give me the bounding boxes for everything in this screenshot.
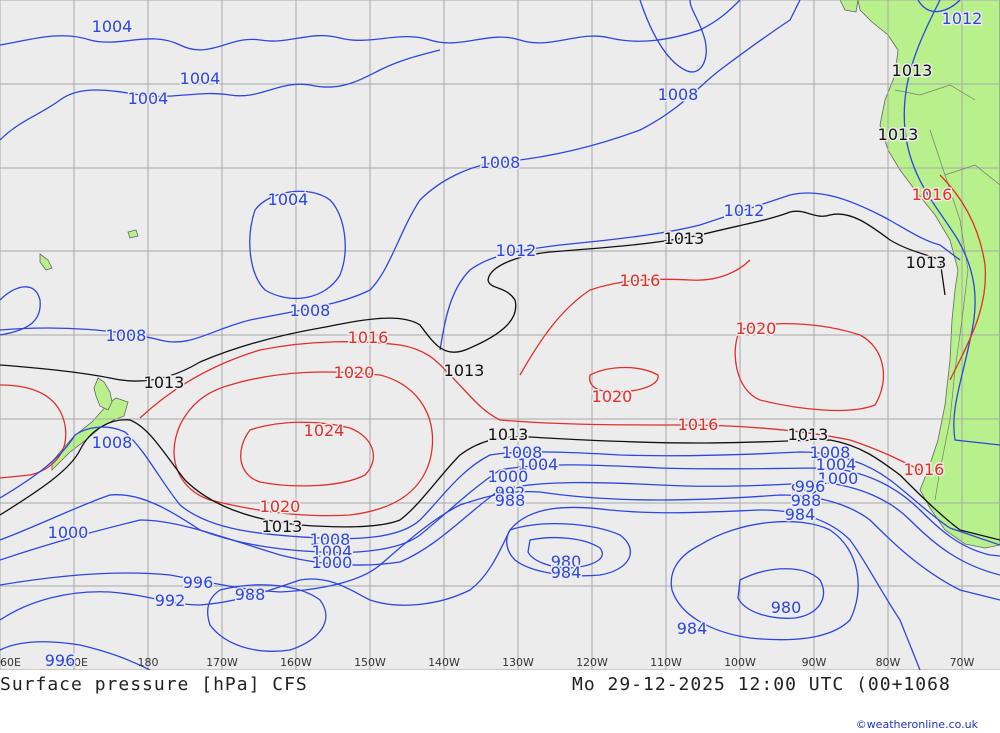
isobar-label: 1000 bbox=[312, 553, 353, 572]
isobar-label: 1013 bbox=[144, 373, 185, 392]
longitude-tick-label: 180 bbox=[138, 656, 159, 669]
isobar-label: 1016 bbox=[678, 415, 719, 434]
isobar-label: 1000 bbox=[48, 523, 89, 542]
isobar-label: 1013 bbox=[664, 229, 705, 248]
isobar-label: 1008 bbox=[480, 153, 521, 172]
longitude-tick-label: 170W bbox=[206, 656, 238, 669]
isobar-label: 1013 bbox=[444, 361, 485, 380]
longitude-tick-label: 70W bbox=[950, 656, 975, 669]
isobar-label: 1008 bbox=[658, 85, 699, 104]
isobar-label: 1004 bbox=[128, 89, 169, 108]
longitude-tick-label: 120W bbox=[576, 656, 608, 669]
isobar-label: 980 bbox=[771, 598, 802, 617]
isobar-label: 996 bbox=[45, 651, 76, 670]
isobar-label: 1013 bbox=[892, 61, 933, 80]
isobar-label: 1013 bbox=[878, 125, 919, 144]
isobar-label: 1013 bbox=[262, 517, 303, 536]
isobar-label: 984 bbox=[785, 505, 816, 524]
surface-pressure-map: 60E 170E 180 170W 160W 150W 140W 130W 120W 110W 10… bbox=[0, 0, 1000, 670]
map-title: Surface pressure [hPa] CFS bbox=[0, 674, 308, 695]
isobar-label: 1020 bbox=[736, 319, 777, 338]
longitude-tick-label: 100W bbox=[724, 656, 756, 669]
isobar-label: 1016 bbox=[620, 271, 661, 290]
isobar-label: 1004 bbox=[92, 17, 133, 36]
isobar-label: 996 bbox=[183, 573, 214, 592]
isobar-label: 1013 bbox=[906, 253, 947, 272]
map-footer: Surface pressure [hPa] CFS Mo 29-12-2025… bbox=[0, 670, 1000, 733]
longitude-tick-label: 80W bbox=[876, 656, 901, 669]
longitude-tick-label: 130W bbox=[502, 656, 534, 669]
longitude-tick-label: 60E bbox=[0, 656, 21, 669]
isobar-label: 1004 bbox=[180, 69, 221, 88]
isobar-label: 1004 bbox=[268, 190, 309, 209]
isobar-label: 1020 bbox=[260, 497, 301, 516]
isobar-label: 1012 bbox=[724, 201, 765, 220]
longitude-tick-label: 110W bbox=[650, 656, 682, 669]
isobar-label: 984 bbox=[677, 619, 708, 638]
isobar-label: 996 bbox=[795, 477, 826, 496]
isobar-label: 1016 bbox=[904, 460, 945, 479]
forecast-time: Mo 29-12-2025 12:00 UTC (00+1068 bbox=[572, 674, 951, 695]
isobar-label: 988 bbox=[495, 491, 526, 510]
isobar-label: 984 bbox=[551, 563, 582, 582]
isobar-label: 992 bbox=[155, 591, 186, 610]
longitude-tick-label: 150W bbox=[354, 656, 386, 669]
isobar-label: 1024 bbox=[304, 421, 345, 440]
isobar-label: 1016 bbox=[912, 185, 953, 204]
isobar-label: 1012 bbox=[496, 241, 537, 260]
isobar-label: 1013 bbox=[488, 425, 529, 444]
longitude-tick-label: 140W bbox=[428, 656, 460, 669]
isobar-label: 1008 bbox=[106, 326, 147, 345]
isobar-label: 988 bbox=[235, 585, 266, 604]
isobar-label: 1013 bbox=[788, 425, 829, 444]
longitude-tick-label: 90W bbox=[802, 656, 827, 669]
credit-link[interactable]: ©weatheronline.co.uk bbox=[856, 718, 978, 731]
isobar-label: 1008 bbox=[290, 301, 331, 320]
isobar-label: 1012 bbox=[942, 9, 983, 28]
isobar-label: 1008 bbox=[92, 433, 133, 452]
longitude-tick-label: 160W bbox=[280, 656, 312, 669]
isobar-label: 1016 bbox=[348, 328, 389, 347]
isobar-label: 1020 bbox=[334, 363, 375, 382]
isobar-label: 1020 bbox=[592, 387, 633, 406]
